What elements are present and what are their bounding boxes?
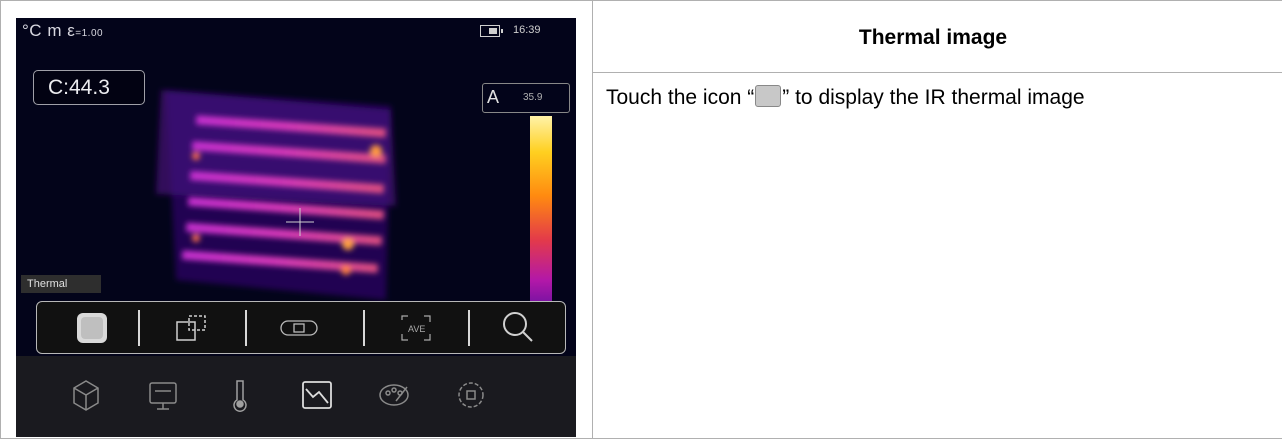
instruction-text: Touch the icon “ ” to display the IR ther… bbox=[606, 84, 1266, 111]
pip-button[interactable] bbox=[156, 308, 226, 348]
blend-icon bbox=[280, 320, 318, 336]
settings-icon bbox=[458, 382, 484, 408]
display-button[interactable] bbox=[133, 370, 193, 420]
device-screen: °C m ε=1.00 16:39 C:44.3 A 35.9 Thermal … bbox=[16, 18, 576, 437]
scale-mode-label: A bbox=[487, 87, 500, 107]
visual-image-icon: AVE bbox=[401, 315, 431, 341]
header-divider bbox=[592, 72, 1282, 73]
cube-button[interactable] bbox=[56, 370, 116, 420]
toolbar-separator bbox=[138, 310, 140, 346]
column-divider bbox=[592, 0, 593, 439]
main-toolbar bbox=[16, 356, 576, 437]
table-top-border bbox=[0, 0, 1282, 1]
scale-max-value: 35.9 bbox=[523, 92, 543, 103]
section-heading: Thermal image bbox=[858, 26, 1008, 49]
color-scale-bar bbox=[530, 116, 552, 316]
display-icon bbox=[149, 382, 177, 410]
blend-button[interactable] bbox=[264, 308, 334, 348]
thermal-image-icon bbox=[77, 313, 107, 343]
emissivity-label: m ε bbox=[47, 21, 76, 40]
thermal-image-button[interactable] bbox=[57, 308, 127, 348]
image-mode-icon bbox=[302, 381, 332, 409]
toolbar-separator bbox=[363, 310, 365, 346]
instruction-text-end: ” to display the IR thermal image bbox=[782, 86, 1085, 109]
image-mode-toolbar: AVE bbox=[36, 301, 566, 354]
toolbar-separator bbox=[245, 310, 247, 346]
zoom-icon bbox=[503, 312, 533, 342]
thermal-image-icon bbox=[755, 85, 782, 107]
temperature-readout: C:44.3 bbox=[33, 70, 145, 105]
zoom-button[interactable] bbox=[483, 308, 553, 348]
visual-image-button[interactable]: AVE bbox=[381, 308, 451, 348]
instruction-text-start: Touch the icon “ bbox=[606, 86, 755, 109]
scale-mode-box[interactable]: A 35.9 bbox=[482, 83, 570, 113]
battery-icon bbox=[480, 25, 503, 37]
visual-image-text: AVE bbox=[408, 324, 425, 334]
picture-in-picture-icon bbox=[176, 315, 206, 341]
status-text: °C m ε=1.00 bbox=[22, 21, 103, 41]
status-bar: °C m ε=1.00 16:39 bbox=[16, 18, 576, 46]
clock: 16:39 bbox=[513, 24, 541, 36]
image-mode-button[interactable] bbox=[287, 370, 347, 420]
thermometer-icon bbox=[233, 380, 247, 412]
emissivity-value: =1.00 bbox=[75, 28, 104, 39]
left-border bbox=[0, 0, 1, 439]
thermometer-button[interactable] bbox=[210, 370, 270, 420]
palette-button[interactable] bbox=[364, 370, 424, 420]
mode-label: Thermal bbox=[21, 275, 101, 293]
toolbar-separator bbox=[468, 310, 470, 346]
cube-icon bbox=[73, 380, 99, 411]
palette-icon bbox=[379, 384, 409, 406]
unit-label: °C bbox=[22, 21, 43, 40]
settings-button[interactable] bbox=[441, 370, 501, 420]
